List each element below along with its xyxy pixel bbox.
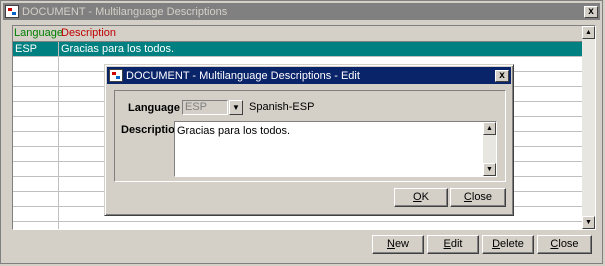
main-titlebar: DOCUMENT - Multilanguage Descriptions x — [3, 3, 600, 20]
scroll-up-arrow-icon[interactable]: ▲ — [582, 26, 595, 39]
edit-dialog: DOCUMENT - Multilanguage Descriptions - … — [104, 64, 514, 216]
row-language-cell — [13, 87, 59, 101]
row-language-cell: ESP — [13, 42, 59, 56]
delete-button[interactable]: Delete — [482, 235, 534, 254]
edit-dialog-title: DOCUMENT - Multilanguage Descriptions - … — [126, 69, 360, 82]
row-language-cell — [13, 117, 59, 131]
language-label: Language — [128, 102, 180, 114]
textarea-scroll-down-icon[interactable]: ▼ — [483, 163, 496, 176]
ok-button-mnemonic: O — [413, 191, 422, 203]
row-language-cell — [13, 177, 59, 191]
row-language-cell — [13, 147, 59, 161]
new-button[interactable]: New — [372, 235, 424, 254]
table-row[interactable]: ESP Gracias para los todos. — [13, 42, 582, 57]
table-row[interactable] — [13, 222, 582, 229]
close-button-label: lose — [558, 238, 579, 250]
edit-fields-group: Language ESP ▼ Spanish-ESP Description G… — [114, 90, 506, 182]
edit-dialog-titlebar: DOCUMENT - Multilanguage Descriptions - … — [107, 67, 511, 84]
description-label: Description — [121, 124, 182, 136]
row-description-cell: Gracias para los todos. — [61, 43, 175, 55]
grid-header: Language Description — [13, 26, 582, 42]
column-header-description[interactable]: Description — [61, 27, 116, 39]
delete-button-mnemonic: D — [492, 238, 501, 250]
main-window-title: DOCUMENT - Multilanguage Descriptions — [22, 5, 228, 18]
close-button[interactable]: Close — [537, 235, 592, 254]
description-scrollbar[interactable]: ▲ ▼ — [483, 122, 496, 176]
main-window-close-icon[interactable]: x — [584, 5, 598, 18]
row-language-cell — [13, 57, 59, 71]
row-language-cell — [13, 132, 59, 146]
textarea-scroll-up-icon[interactable]: ▲ — [483, 122, 496, 135]
language-name: Spanish-ESP — [249, 101, 315, 113]
ok-button-label: K — [421, 191, 429, 203]
scroll-down-arrow-icon[interactable]: ▼ — [582, 216, 595, 229]
edit-button-label: dit — [450, 238, 463, 250]
dialog-app-icon — [109, 69, 123, 82]
row-description-cell — [59, 222, 582, 229]
row-language-cell — [13, 72, 59, 86]
new-button-label: ew — [394, 238, 409, 250]
edit-button-mnemonic: E — [443, 238, 451, 250]
app-icon — [5, 5, 19, 18]
row-language-cell — [13, 192, 59, 206]
row-language-cell — [13, 162, 59, 176]
dropdown-arrow-icon[interactable]: ▼ — [229, 100, 243, 115]
column-header-language[interactable]: Language — [14, 27, 63, 39]
dialog-close-button[interactable]: Close — [450, 188, 506, 207]
description-textarea[interactable]: Gracias para los todos. ▲ ▼ — [174, 121, 497, 177]
dialog-close-button-label: lose — [471, 191, 493, 203]
dialog-close-button-mnemonic: C — [463, 191, 472, 203]
language-combo: ESP — [182, 100, 228, 115]
edit-button[interactable]: Edit — [427, 235, 479, 254]
grid-vertical-scrollbar[interactable]: ▲ ▼ — [582, 26, 595, 229]
row-language-cell — [13, 102, 59, 116]
edit-dialog-close-icon[interactable]: x — [495, 69, 509, 82]
delete-button-label: elete — [500, 238, 524, 250]
row-language-cell — [13, 222, 59, 229]
description-text: Gracias para los todos. — [177, 125, 291, 137]
ok-button[interactable]: OK — [394, 188, 448, 207]
row-language-cell — [13, 207, 59, 221]
new-button-mnemonic: N — [386, 238, 395, 250]
